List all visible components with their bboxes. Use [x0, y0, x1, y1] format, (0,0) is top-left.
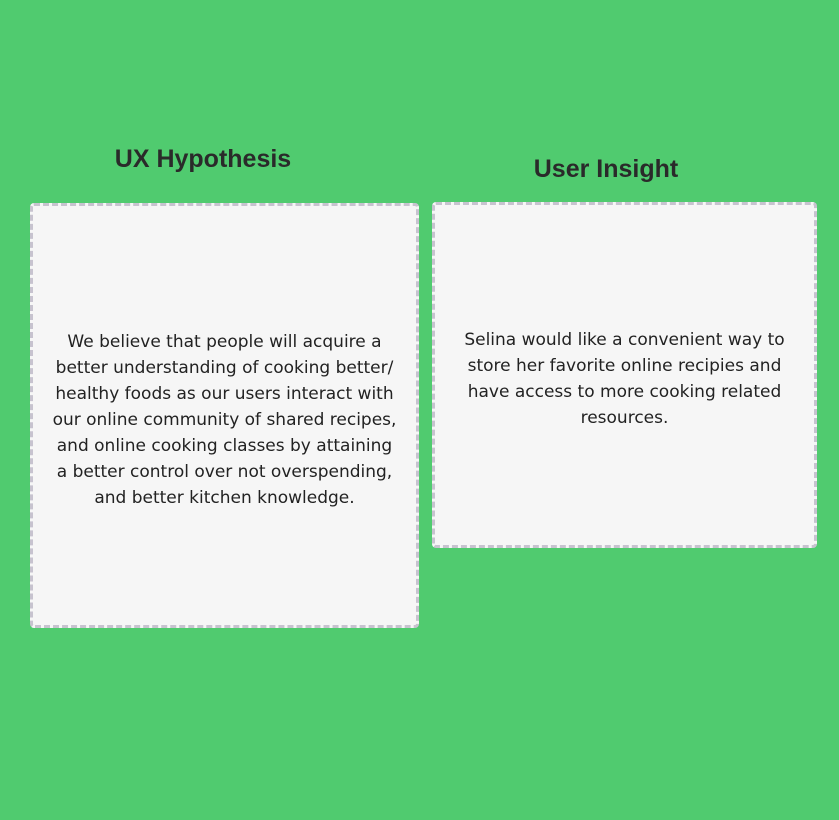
ux-hypothesis-text: We believe that people will acquire a be… — [52, 331, 397, 508]
ux-hypothesis-heading: UX Hypothesis — [114, 145, 292, 173]
user-insight-card[interactable]: Selina would like a convenient way to st… — [432, 202, 817, 548]
canvas-board: UX Hypothesis We believe that people wil… — [0, 0, 839, 820]
user-insight-text: Selina would like a convenient way to st… — [464, 330, 785, 428]
ux-hypothesis-card[interactable]: We believe that people will acquire a be… — [30, 203, 419, 628]
user-insight-heading: User Insight — [533, 155, 679, 183]
